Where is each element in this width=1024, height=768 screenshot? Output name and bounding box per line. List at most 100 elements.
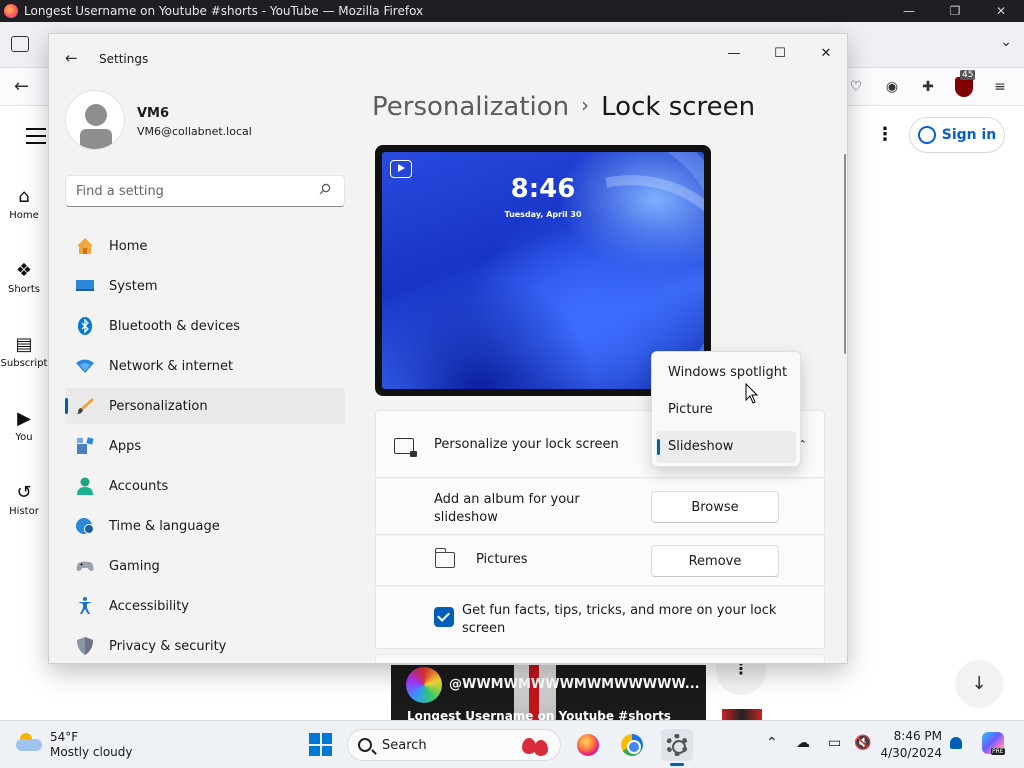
youtube-menu-icon[interactable] bbox=[26, 128, 46, 149]
close-button[interactable]: ✕ bbox=[803, 40, 847, 68]
taskbar-search-label: Search bbox=[382, 738, 427, 753]
weather-temperature[interactable]: 54°F bbox=[50, 730, 78, 744]
youtube-sign-in-button[interactable]: Sign in bbox=[909, 117, 1005, 153]
nav-item-privacy-security[interactable]: Privacy & security bbox=[65, 628, 345, 663]
person-icon bbox=[917, 126, 936, 144]
shield-icon bbox=[75, 636, 95, 656]
brush-icon bbox=[75, 396, 95, 416]
taskbar-settings[interactable] bbox=[661, 729, 693, 766]
notification-bell-icon[interactable] bbox=[950, 737, 962, 749]
fun-facts-label: Get fun facts, tips, tricks, and more on… bbox=[462, 603, 777, 636]
display-icon[interactable]: ▭ bbox=[828, 735, 841, 751]
app-menu-icon[interactable]: ≡ bbox=[990, 77, 1010, 97]
firefox-minimize-button[interactable]: — bbox=[886, 4, 932, 18]
firefox-logo-icon bbox=[4, 4, 18, 18]
taskbar: 54°F Mostly cloudy Search ⌃ ☁ ▭ 🔇 8:46 P… bbox=[0, 720, 1024, 768]
breadcrumb-parent[interactable]: Personalization bbox=[372, 92, 569, 122]
nav-item-label: Personalization bbox=[109, 398, 208, 414]
video-title: Longest Username on Youtube #shorts bbox=[407, 709, 671, 720]
bluetooth-icon bbox=[75, 316, 95, 336]
clock-date[interactable]: 4/30/2024 bbox=[862, 746, 942, 760]
maximize-button[interactable]: ☐ bbox=[757, 40, 803, 68]
youtube-sidebar-history[interactable]: ↺ Histor bbox=[0, 482, 48, 517]
you-icon: ▶ bbox=[17, 408, 31, 429]
wifi-icon bbox=[75, 356, 95, 376]
page-title: Lock screen bbox=[601, 92, 756, 122]
fun-facts-card: Get fun facts, tips, tricks, and more on… bbox=[375, 587, 825, 649]
avatar-head bbox=[85, 104, 107, 126]
channel-avatar[interactable] bbox=[406, 667, 442, 703]
option-windows-spotlight[interactable]: Windows spotlight bbox=[656, 357, 796, 389]
youtube-short-video[interactable]: @WWMWMWWWMWMWWWWW... Longest Username on… bbox=[391, 665, 706, 720]
avatar-body bbox=[80, 129, 112, 149]
tab-list-icon[interactable] bbox=[11, 36, 29, 52]
taskbar-search-box[interactable]: Search bbox=[347, 729, 561, 761]
subscriptions-icon: ▤ bbox=[15, 334, 33, 355]
nav-item-label: Home bbox=[109, 238, 148, 254]
nav-item-home[interactable]: Home bbox=[65, 228, 345, 264]
firefox-back-icon[interactable]: ← bbox=[14, 76, 29, 97]
preview-time: 8:46 bbox=[510, 174, 576, 204]
shorts-icon: ❖ bbox=[15, 260, 33, 281]
apps-icon bbox=[75, 436, 95, 456]
search-input[interactable] bbox=[65, 175, 345, 207]
extensions-icon[interactable]: ✚ bbox=[918, 77, 938, 97]
nav-item-personalization[interactable]: Personalization bbox=[65, 388, 345, 424]
nav-item-label: Accessibility bbox=[109, 598, 189, 614]
windows-logo-tile bbox=[321, 733, 332, 744]
nav-item-time-language[interactable]: Time & language bbox=[65, 508, 345, 544]
youtube-sidebar-shorts[interactable]: ❖ Shorts bbox=[0, 260, 48, 295]
nav-item-system[interactable]: System bbox=[65, 268, 345, 304]
scrollbar[interactable] bbox=[844, 154, 846, 354]
ublock-origin-icon[interactable] bbox=[955, 77, 973, 97]
home-icon bbox=[75, 236, 95, 256]
firefox-close-button[interactable]: ✕ bbox=[978, 4, 1024, 18]
ublock-count-badge: 45 bbox=[960, 70, 976, 80]
youtube-more-icon[interactable]: ⋮ bbox=[876, 124, 894, 145]
option-picture[interactable]: Picture bbox=[656, 394, 796, 426]
back-arrow-icon[interactable]: ← bbox=[65, 49, 78, 67]
weather-cloudy-icon[interactable] bbox=[16, 733, 42, 751]
strawberry-search-highlight-icon bbox=[520, 735, 554, 757]
history-icon: ↺ bbox=[16, 482, 32, 503]
folder-label: Pictures bbox=[476, 552, 528, 567]
pocket-icon[interactable]: ♡ bbox=[846, 77, 866, 97]
show-hidden-icons-chevron-icon[interactable]: ⌃ bbox=[766, 735, 778, 751]
youtube-sidebar-subscriptions[interactable]: ▤ Subscript bbox=[0, 334, 48, 369]
youtube-sidebar-you[interactable]: ▶ You bbox=[0, 408, 48, 443]
settings-window: ← Settings — ☐ ✕ VM6 VM6@collabnet.local… bbox=[48, 33, 848, 664]
windows-logo-tile bbox=[309, 733, 320, 744]
nav-item-bluetooth[interactable]: Bluetooth & devices bbox=[65, 308, 345, 344]
youtube-sidebar-home[interactable]: ⌂ Home bbox=[0, 186, 48, 221]
network-disconnected-icon[interactable]: ☁ bbox=[796, 735, 810, 751]
nav-item-accessibility[interactable]: Accessibility bbox=[65, 588, 345, 624]
clock-time[interactable]: 8:46 PM bbox=[880, 729, 942, 743]
avatar[interactable] bbox=[65, 90, 125, 150]
taskbar-firefox[interactable] bbox=[572, 729, 604, 761]
settings-gear-icon bbox=[666, 734, 688, 756]
nav-item-gaming[interactable]: Gaming bbox=[65, 548, 345, 584]
minimize-button[interactable]: — bbox=[711, 40, 757, 68]
fun-facts-checkbox[interactable] bbox=[434, 607, 454, 627]
nav-item-accounts[interactable]: Accounts bbox=[65, 468, 345, 504]
globe-clock-icon bbox=[75, 516, 95, 536]
firefox-restore-button[interactable]: ❐ bbox=[932, 4, 978, 18]
weather-description[interactable]: Mostly cloudy bbox=[50, 745, 133, 759]
windows-logo-tile bbox=[309, 745, 320, 756]
accounts-icon bbox=[75, 476, 95, 496]
chrome-icon bbox=[621, 734, 643, 756]
channel-name[interactable]: @WWMWMWWWMWMWWWWW... bbox=[449, 677, 700, 692]
nav-item-network[interactable]: Network & internet bbox=[65, 348, 345, 384]
option-slideshow[interactable]: Slideshow bbox=[656, 431, 796, 463]
lock-screen-icon bbox=[394, 438, 417, 457]
nav-item-apps[interactable]: Apps bbox=[65, 428, 345, 464]
list-all-tabs-chevron-icon[interactable]: ⌄ bbox=[1000, 34, 1012, 50]
browse-button[interactable]: Browse bbox=[651, 491, 779, 523]
account-icon[interactable]: ◉ bbox=[882, 77, 902, 97]
next-video-thumbnail[interactable] bbox=[722, 709, 762, 720]
next-video-arrow-icon[interactable]: ↓ bbox=[955, 660, 1003, 708]
user-email: VM6@collabnet.local bbox=[137, 125, 252, 138]
remove-button[interactable]: Remove bbox=[651, 545, 779, 577]
taskbar-chrome[interactable] bbox=[616, 729, 648, 761]
start-button-windows-icon[interactable] bbox=[309, 733, 332, 756]
